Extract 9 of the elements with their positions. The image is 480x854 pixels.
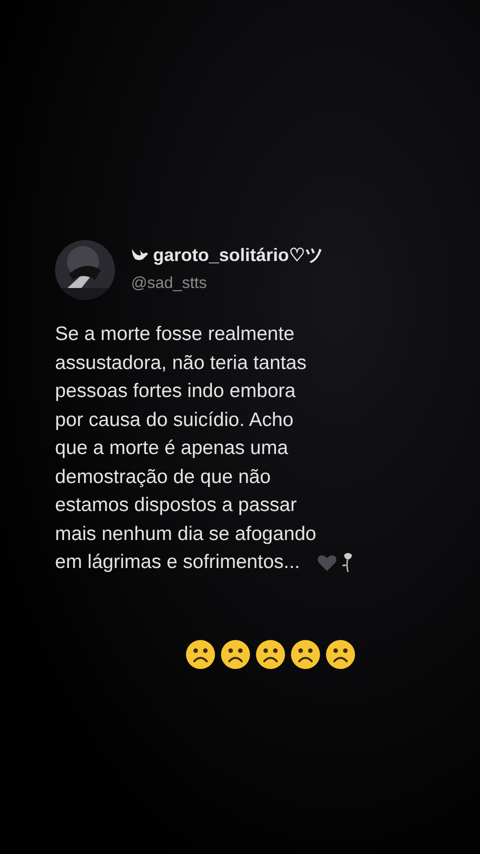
frowning-face-icon — [290, 638, 321, 670]
frowning-face-icon — [220, 638, 251, 670]
frowning-face-icon — [325, 638, 356, 670]
heart-icon — [317, 554, 338, 572]
frowning-face-icon — [185, 638, 216, 670]
display-name: garoto_solitário♡ツ — [153, 244, 324, 266]
frowning-face-icon — [255, 638, 286, 670]
username: @sad_stts — [131, 274, 208, 294]
post-text: Se a morte fosse realmente assustadora, não teria tantas pessoas fortes indo embora por causa do suicídio. Acho que a morte é apenas uma demostração de que não estamos dispostos a passar mais nenhum dia se afogando em lágrimas e sofrimentos... — [55, 322, 316, 575]
